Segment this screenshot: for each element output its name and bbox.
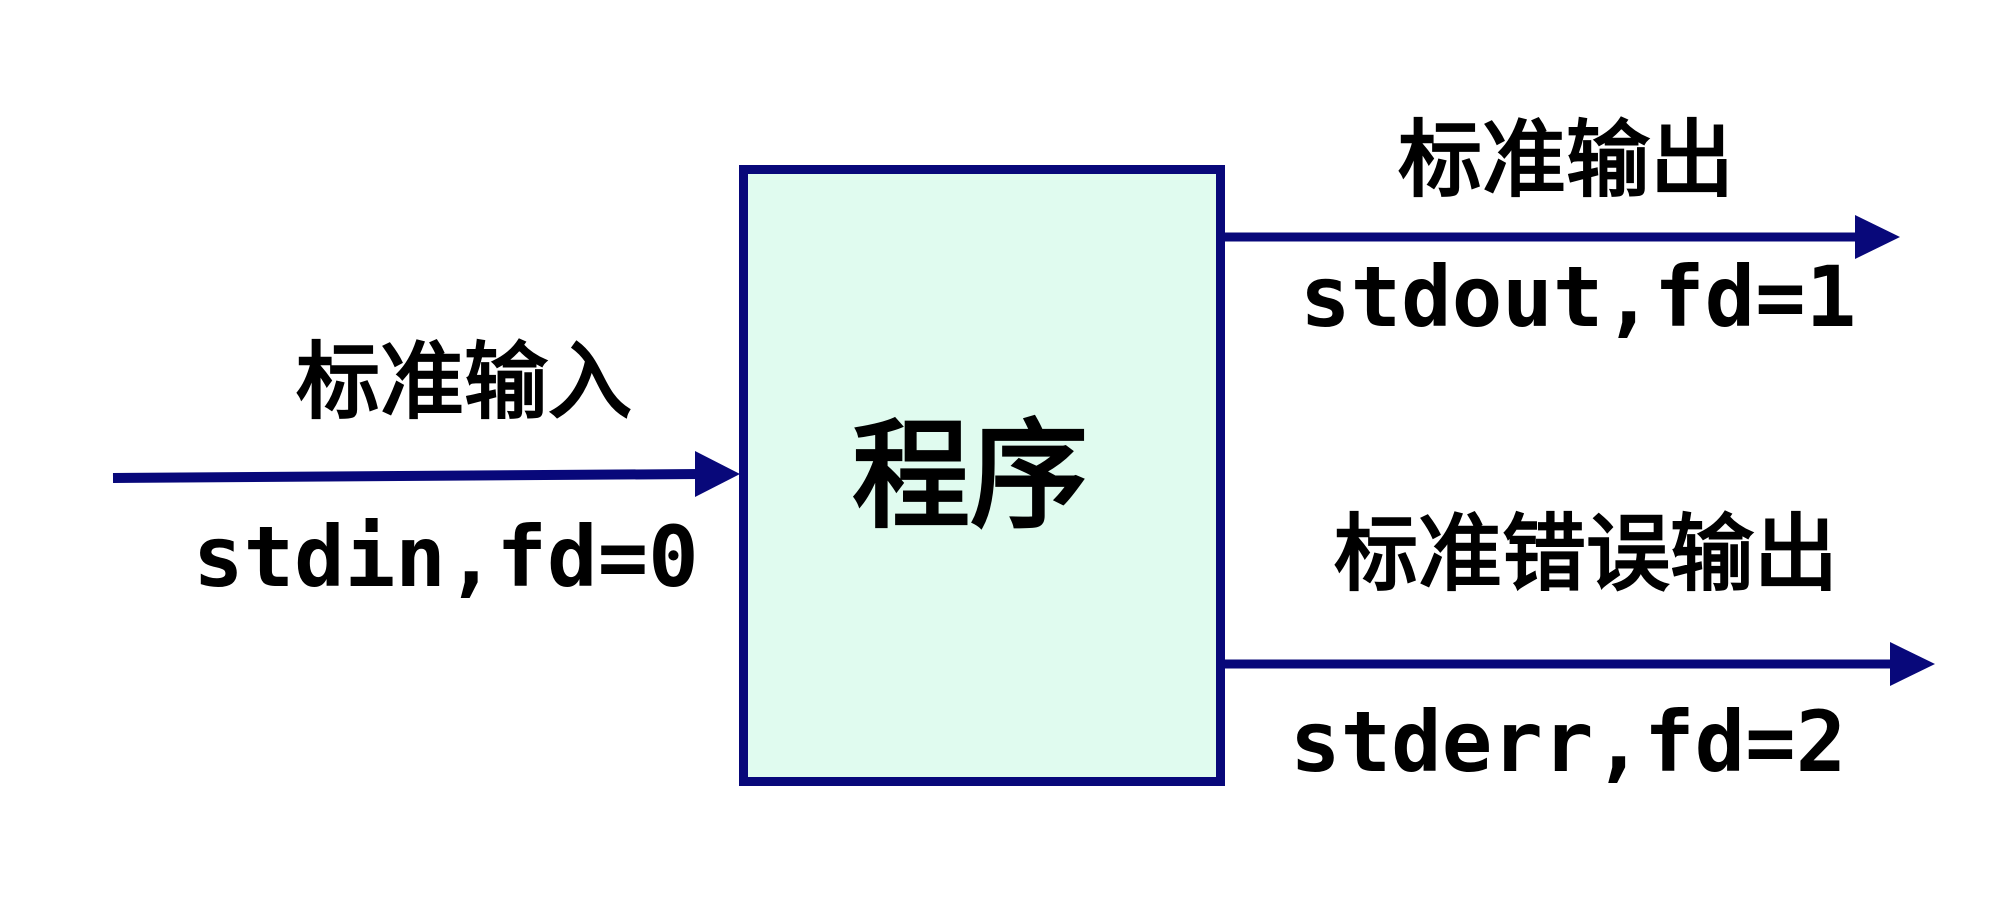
program-box: 程序 xyxy=(739,165,1225,786)
stderr-arrow xyxy=(1225,642,1935,686)
stdin-label-code: stdin,fd=0 xyxy=(193,508,699,606)
stdin-arrowhead xyxy=(695,451,740,497)
stdin-arrow xyxy=(112,451,740,497)
stdout-arrowhead xyxy=(1855,215,1900,259)
stdin-arrow-line xyxy=(112,469,701,483)
stderr-arrowhead xyxy=(1890,642,1935,686)
io-streams-diagram: 程序 标准输入 stdin,fd=0 标准输出 stdout,fd=1 标准错误… xyxy=(0,0,2004,898)
program-label: 程序 xyxy=(851,405,1088,545)
stdin-label-cn: 标准输入 xyxy=(296,332,633,431)
stdout-label-cn: 标准输出 xyxy=(1398,110,1735,209)
stderr-label-code: stderr,fd=2 xyxy=(1290,693,1847,791)
stdout-label-code: stdout,fd=1 xyxy=(1300,248,1857,346)
stderr-label-cn: 标准错误输出 xyxy=(1334,504,1839,603)
